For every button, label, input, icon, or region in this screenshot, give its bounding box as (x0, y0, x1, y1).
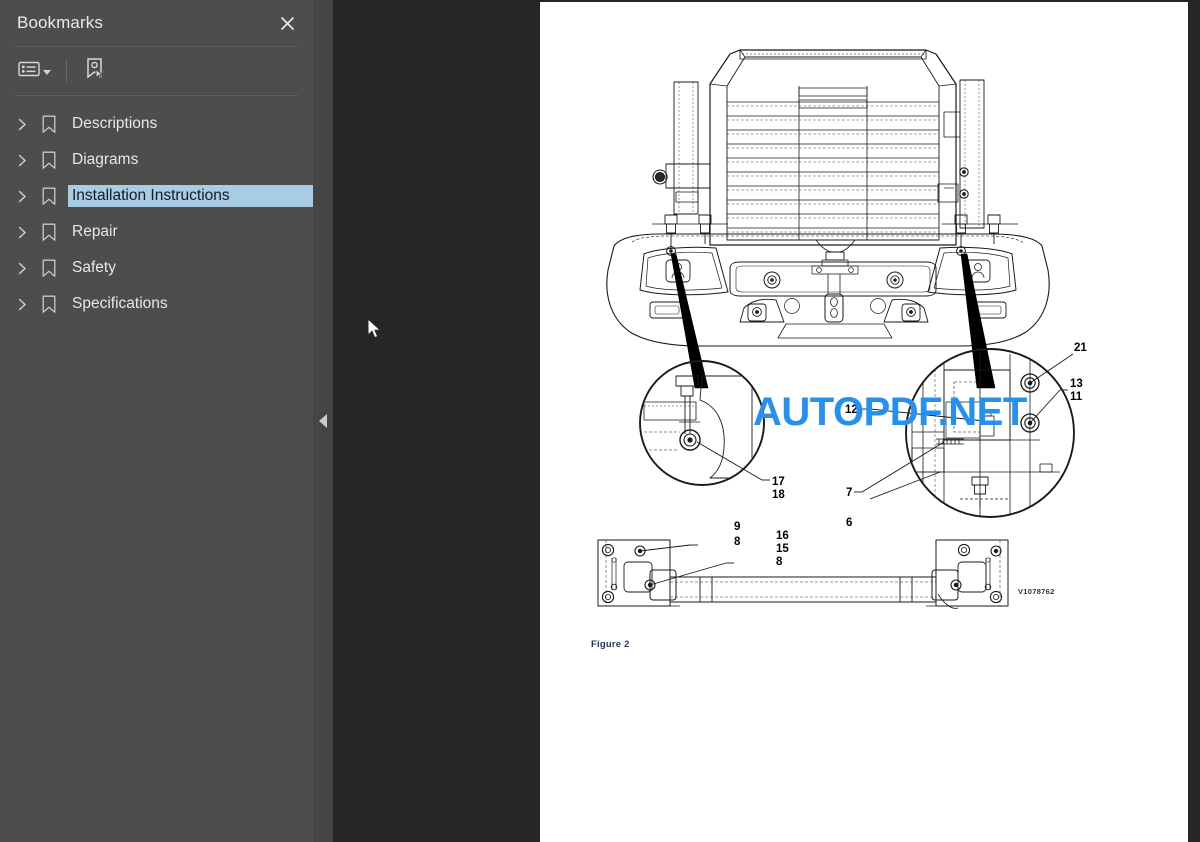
bookmarks-panel-header: Bookmarks (0, 0, 313, 46)
callout-18: 18 (772, 489, 785, 501)
bookmark-item-label: Descriptions (72, 114, 158, 132)
bookmark-icon (36, 221, 62, 243)
bookmark-tree: Descriptions Diagrams Installation Instruc… (0, 96, 313, 842)
bookmark-item-diagrams[interactable]: Diagrams (0, 142, 313, 178)
list-options-icon (18, 60, 40, 83)
bookmarks-toolbar (0, 47, 313, 95)
callout-15: 15 (776, 543, 789, 555)
toolbar-divider (66, 60, 67, 82)
figure-caption: Figure 2 (591, 639, 630, 650)
callout-9: 9 (734, 521, 740, 533)
bookmark-icon (36, 185, 62, 207)
chevron-right-icon[interactable] (12, 258, 32, 278)
bookmarks-panel: Bookmarks Descriptions Diagrams Installa… (0, 0, 313, 842)
bookmark-item-descriptions[interactable]: Descriptions (0, 106, 313, 142)
panel-splitter[interactable] (313, 0, 333, 842)
bookmark-options-button[interactable] (16, 56, 53, 86)
bookmark-item-label: Diagrams (72, 150, 139, 168)
new-bookmark-button[interactable] (82, 56, 108, 86)
bookmark-item-specifications[interactable]: Specifications (0, 286, 313, 322)
drawing-number: V1078762 (1018, 587, 1055, 596)
callout-21: 21 (1074, 342, 1087, 354)
chevron-down-icon (43, 69, 51, 75)
pdf-viewer-window: Bookmarks Descriptions Diagrams Installa… (0, 0, 1200, 842)
bookmark-item-installation-instructions[interactable]: Installation Instructions (0, 178, 313, 214)
callout-8-upper: 8 (734, 536, 741, 548)
chevron-right-icon[interactable] (12, 294, 32, 314)
bookmark-item-label: Safety (72, 258, 116, 276)
callout-7: 7 (846, 487, 852, 499)
bookmark-item-label: Installation Instructions (67, 183, 313, 209)
technical-figure: 21 13 11 12 7 6 17 18 9 8 16 15 8 V10787… (540, 2, 1188, 702)
bookmark-icon (36, 257, 62, 279)
callout-17: 17 (772, 476, 785, 488)
bookmark-icon (36, 113, 62, 135)
callout-8-lower: 8 (776, 556, 783, 568)
callout-6: 6 (846, 517, 852, 529)
pdf-page: 21 13 11 12 7 6 17 18 9 8 16 15 8 V10787… (540, 2, 1188, 842)
chevron-right-icon[interactable] (12, 186, 32, 206)
bookmark-item-label: Repair (72, 222, 118, 240)
document-viewer[interactable]: 21 13 11 12 7 6 17 18 9 8 16 15 8 V10787… (333, 0, 1200, 842)
bookmark-icon (36, 293, 62, 315)
chevron-right-icon[interactable] (12, 222, 32, 242)
chevron-right-icon[interactable] (12, 114, 32, 134)
new-bookmark-icon (84, 57, 106, 86)
callout-12: 12 (845, 404, 858, 416)
callout-16: 16 (776, 530, 789, 542)
bookmark-item-label: Specifications (72, 294, 168, 312)
chevron-right-icon[interactable] (12, 150, 32, 170)
bookmark-icon (36, 149, 62, 171)
panel-title: Bookmarks (17, 13, 103, 32)
callout-11: 11 (1070, 391, 1083, 403)
close-icon[interactable] (273, 9, 301, 37)
bookmark-item-repair[interactable]: Repair (0, 214, 313, 250)
collapse-left-arrow-icon[interactable] (319, 414, 327, 428)
callout-13: 13 (1070, 378, 1083, 390)
bookmark-item-safety[interactable]: Safety (0, 250, 313, 286)
